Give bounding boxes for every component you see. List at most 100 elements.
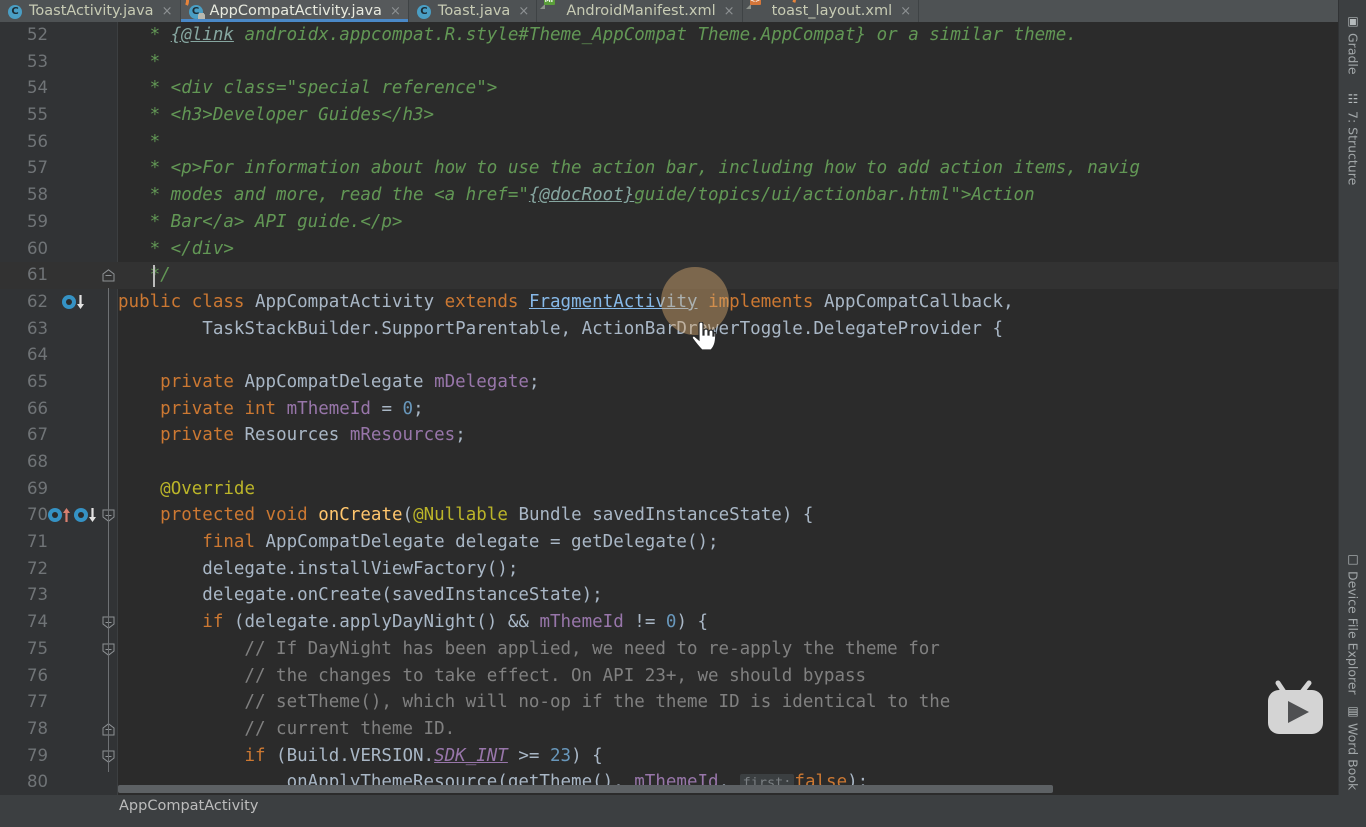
line-number: 68 <box>27 452 48 471</box>
code-text: * <h3>Developer Guides</h3> <box>118 102 434 129</box>
code-text: */ <box>118 262 171 289</box>
xml-manifest-icon: MF <box>544 0 560 19</box>
code-line[interactable]: 58 * modes and more, read the <a href="{… <box>0 182 1338 209</box>
code-text: private Resources mResources; <box>118 422 466 449</box>
line-number: 55 <box>27 105 48 125</box>
line-number: 61 <box>27 265 48 285</box>
line-number: 74 <box>27 612 48 632</box>
code-token: void <box>265 505 308 526</box>
code-token: * <p>For information about how to use th… <box>118 158 1140 179</box>
code-line[interactable]: 75 // If DayNight has been applied, we n… <box>0 636 1338 663</box>
code-line[interactable]: 68 <box>0 449 1338 476</box>
code-token: TaskStackBuilder.SupportParentable, Acti… <box>118 318 1004 339</box>
code-token: ) { <box>571 745 603 766</box>
code-token: Resources <box>233 425 350 446</box>
code-token: mDelegate <box>434 371 529 392</box>
code-line[interactable]: 78 // current theme ID. <box>0 716 1338 743</box>
gradle-elephant-icon: ▣ <box>1346 14 1360 28</box>
editor-tab-appcompatactivity-java[interactable]: C AppCompatActivity.java × <box>180 0 409 22</box>
code-line[interactable]: 54 * <div class="special reference"> <box>0 75 1338 102</box>
code-line[interactable]: 69 @Override <box>0 476 1338 503</box>
code-line[interactable]: 74 if (delegate.applyDayNight() && mThem… <box>0 609 1338 636</box>
editor-tab-androidmanifest-xml[interactable]: MF AndroidManifest.xml × <box>537 0 743 22</box>
editor-tab-label: Toast.java <box>437 3 511 19</box>
editor-horizontal-scrollbar[interactable] <box>118 785 1318 793</box>
close-icon[interactable]: × <box>724 5 735 18</box>
overrides-method-gutter-icon[interactable] <box>48 507 71 523</box>
line-number: 65 <box>27 371 48 391</box>
code-line[interactable]: 59 * Bar</a> API guide.</p> <box>0 209 1338 236</box>
editor-tab-toast_layout-xml[interactable]: <> toast_layout.xml × <box>742 0 920 22</box>
code-token: // the changes to take effect. On API 23… <box>118 665 867 686</box>
tool-window-button-gradle[interactable]: ▣ Gradle <box>1339 10 1366 75</box>
code-token: >= <box>507 745 551 766</box>
editor-tab-label: AndroidManifest.xml <box>566 3 716 19</box>
code-line[interactable]: 60 * </div> <box>0 236 1338 263</box>
line-number: 53 <box>27 51 48 71</box>
right-tool-window-bar: ▣ Gradle ☷ 7: Structure □ Device File Explore… <box>1338 0 1366 795</box>
code-token: private <box>160 371 234 392</box>
code-editor[interactable]: 52 * {@link androidx.appcompat.R.style#T… <box>0 22 1338 795</box>
code-line[interactable]: 55 * <h3>Developer Guides</h3> <box>0 102 1338 129</box>
code-line[interactable]: 76 // the changes to take effect. On API… <box>0 663 1338 690</box>
code-token: * <div class="special reference"> <box>118 78 498 99</box>
code-line[interactable]: 77 // setTheme(), which will no-op if th… <box>0 689 1338 716</box>
close-icon[interactable]: × <box>900 5 911 18</box>
code-line[interactable]: 64 <box>0 342 1338 369</box>
code-token: AppCompatDelegate <box>233 371 435 392</box>
tool-window-button-7--structure[interactable]: ☷ 7: Structure <box>1339 88 1366 185</box>
code-line[interactable]: 79 if (Build.VERSION.SDK_INT >= 23) { <box>0 743 1338 770</box>
code-token: 0 <box>402 398 414 419</box>
editor-tab-toast-java[interactable]: C Toast.java × <box>408 0 538 22</box>
code-token: ( <box>402 505 414 526</box>
tool-window-button-word-book[interactable]: ▤ Word Book <box>1339 700 1366 790</box>
editor-horizontal-scrollbar-thumb[interactable] <box>118 785 1053 793</box>
code-line[interactable]: 66 private int mThemeId = 0; <box>0 396 1338 423</box>
line-number: 77 <box>27 692 48 712</box>
code-text: public class AppCompatActivity extends F… <box>118 289 1014 316</box>
code-line[interactable]: 52 * {@link androidx.appcompat.R.style#T… <box>0 22 1338 49</box>
code-text: * </div> <box>118 236 234 263</box>
tool-window-label: Gradle <box>1345 33 1361 75</box>
code-text: * {@link androidx.appcompat.R.style#Them… <box>118 22 1077 49</box>
tool-window-button-device-file-explorer[interactable]: □ Device File Explorer <box>1339 548 1366 695</box>
code-token: */ <box>118 265 171 286</box>
code-text: private int mThemeId = 0; <box>118 396 423 423</box>
close-icon[interactable]: × <box>518 5 529 18</box>
code-line[interactable]: 67 private Resources mResources; <box>0 422 1338 449</box>
code-token: delegate.installViewFactory(); <box>118 558 519 579</box>
code-token: androidx.appcompat.R.style#Theme_AppComp… <box>233 25 1077 45</box>
line-number: 58 <box>27 185 48 205</box>
line-number: 54 <box>27 78 48 98</box>
code-line[interactable]: 56 * <box>0 129 1338 156</box>
code-line[interactable]: 65 private AppCompatDelegate mDelegate; <box>0 369 1338 396</box>
code-token: 0 <box>665 612 677 633</box>
code-line[interactable]: 71 final AppCompatDelegate delegate = ge… <box>0 529 1338 556</box>
line-number: 70 <box>27 505 48 525</box>
code-text: * <p>For information about how to use th… <box>118 155 1140 182</box>
code-token: * <box>118 25 171 45</box>
line-number: 57 <box>27 158 48 178</box>
code-line[interactable]: 73 delegate.onCreate(savedInstanceState)… <box>0 582 1338 609</box>
code-text: protected void onCreate(@Nullable Bundle… <box>118 502 813 529</box>
breadcrumb[interactable]: AppCompatActivity <box>119 798 258 814</box>
line-number: 59 <box>27 211 48 231</box>
code-token: int <box>244 398 277 419</box>
code-token: * </div> <box>118 238 234 259</box>
code-token: @Override <box>160 478 255 499</box>
code-line[interactable]: 70 protected void onCreate(@Nullable Bun… <box>0 502 1338 529</box>
close-icon[interactable]: × <box>390 5 401 18</box>
code-line[interactable]: 72 delegate.installViewFactory(); <box>0 556 1338 583</box>
code-token: (Build.VERSION. <box>265 745 435 766</box>
device-file-explorer-icon: □ <box>1346 552 1360 566</box>
code-token: * <box>118 131 161 152</box>
code-line[interactable]: 53 * <box>0 49 1338 76</box>
code-line[interactable]: 57 * <p>For information about how to use… <box>0 155 1338 182</box>
implemented-method-gutter-icon[interactable] <box>74 507 97 523</box>
code-token: = <box>370 398 403 419</box>
code-fold-marker[interactable] <box>102 269 115 282</box>
implemented-method-gutter-icon[interactable] <box>62 294 85 310</box>
